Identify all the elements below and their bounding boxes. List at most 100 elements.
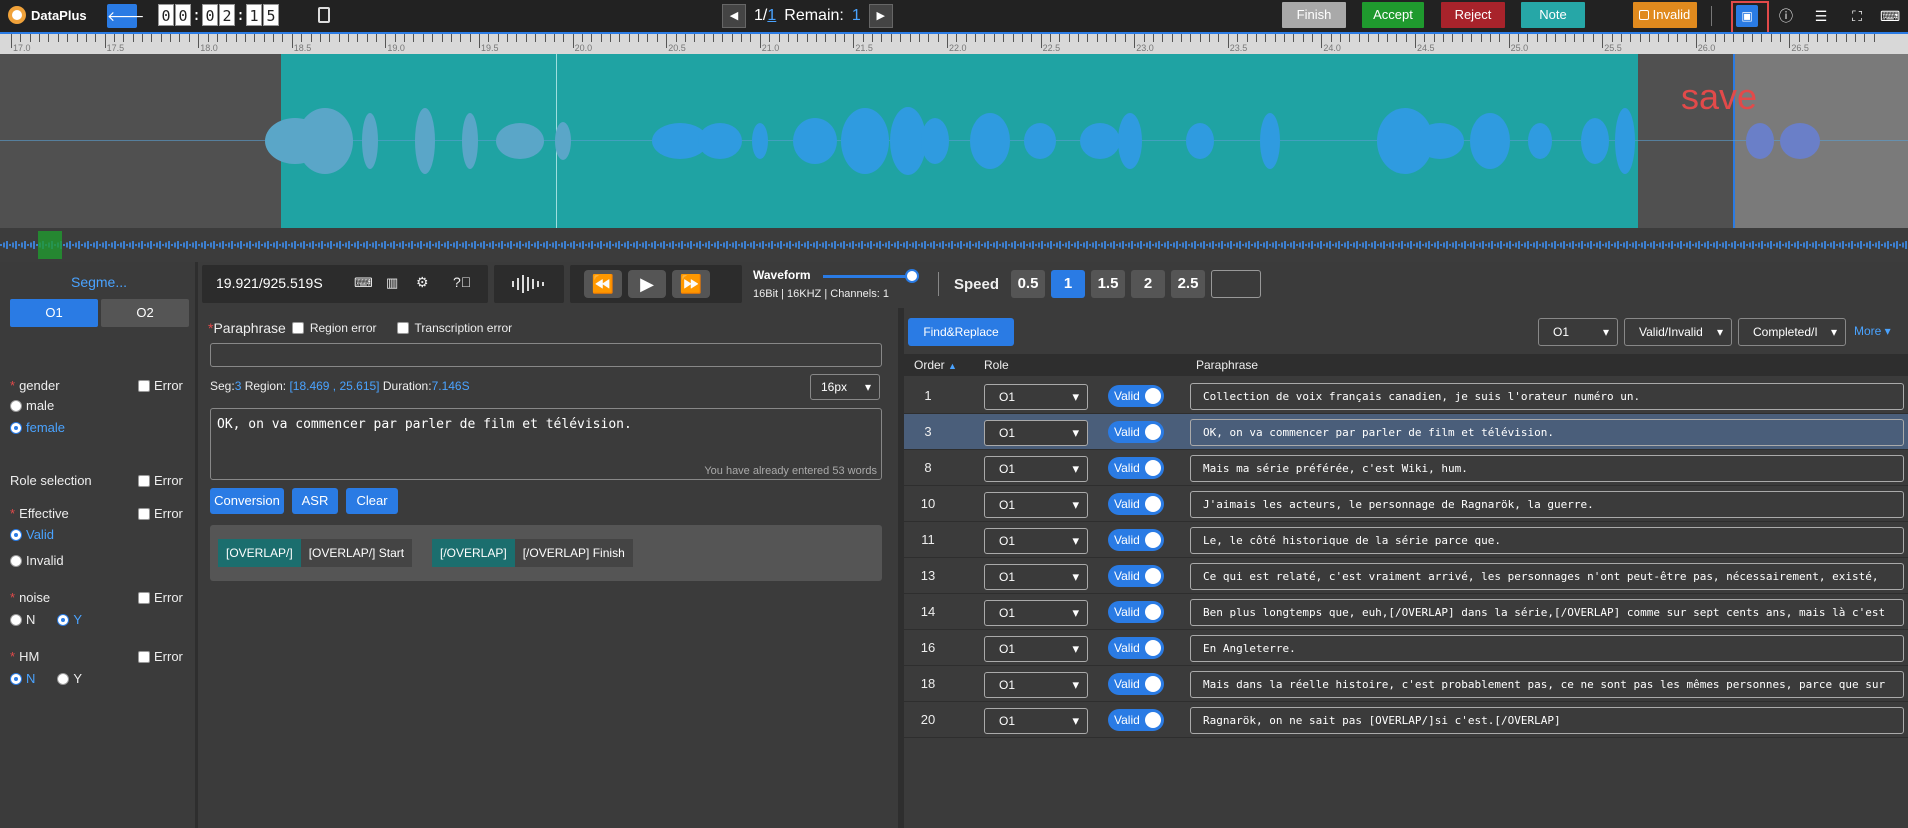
row-role-select[interactable]: O1 — [984, 564, 1088, 590]
effective-option-invalid[interactable]: Invalid — [10, 553, 64, 568]
row-paraphrase-input[interactable]: Mais ma série préférée, c'est Wiki, hum. — [1190, 455, 1904, 482]
effective-error[interactable]: Error — [138, 506, 183, 521]
row-valid-toggle[interactable]: Valid — [1108, 673, 1164, 695]
speed-2-5[interactable]: 2.5 — [1171, 270, 1206, 298]
prev-page-button[interactable]: ◀ — [722, 4, 746, 28]
segment-title[interactable]: Segme... — [0, 274, 198, 290]
gender-option-male[interactable]: male — [10, 398, 54, 413]
row-valid-toggle[interactable]: Valid — [1108, 421, 1164, 443]
radio-invalid[interactable] — [10, 554, 22, 567]
row-valid-toggle[interactable]: Valid — [1108, 637, 1164, 659]
clipboard-icon[interactable] — [318, 7, 330, 23]
speed-2[interactable]: 2 — [1131, 270, 1166, 298]
table-row[interactable]: 20 O1 Valid Ragnarök, on ne sait pas [OVERL… — [904, 702, 1908, 738]
row-paraphrase-input[interactable]: Collection de voix français canadien, je… — [1190, 383, 1904, 410]
next-page-button[interactable]: ▶ — [868, 4, 893, 28]
waveform-slider-track[interactable] — [823, 275, 913, 278]
invalid-checkbox[interactable] — [1639, 10, 1649, 20]
radio-noise-y[interactable] — [57, 613, 70, 626]
hm-error[interactable]: Error — [138, 649, 183, 664]
reject-button[interactable]: Reject — [1441, 2, 1505, 28]
tag-overlap-start[interactable]: [OVERLAP/] [OVERLAP/] Start — [218, 539, 413, 567]
table-row[interactable]: 13 O1 Valid Ce qui est relaté, c'est vraime… — [904, 558, 1908, 594]
row-paraphrase-input[interactable]: Ce qui est relaté, c'est vraiment arrivé… — [1190, 563, 1904, 590]
row-role-select[interactable]: O1 — [984, 528, 1088, 554]
row-role-select[interactable]: O1 — [984, 600, 1088, 626]
noise-error[interactable]: Error — [138, 590, 183, 605]
gender-error[interactable]: Error — [138, 378, 183, 393]
gender-error-checkbox[interactable] — [138, 379, 150, 392]
row-paraphrase-input[interactable]: Le, le côté historique de la série parce… — [1190, 527, 1904, 554]
waveform[interactable] — [0, 54, 1908, 228]
region-error-checkbox[interactable] — [291, 322, 304, 334]
gender-option-female[interactable]: female — [10, 420, 65, 435]
table-row[interactable]: 10 O1 Valid J'aimais les acteurs, le person… — [904, 486, 1908, 522]
row-valid-toggle[interactable]: Valid — [1108, 529, 1164, 551]
table-row[interactable]: 16 O1 Valid En Angleterre. — [904, 630, 1908, 666]
row-valid-toggle[interactable]: Valid — [1108, 565, 1164, 587]
row-paraphrase-input[interactable]: OK, on va commencer par parler de film e… — [1190, 419, 1904, 446]
table-row[interactable]: 14 O1 Valid Ben plus longtemps que, euh,[/O… — [904, 594, 1908, 630]
radio-noise-n[interactable] — [10, 613, 22, 626]
speed-1[interactable]: 1 — [1051, 270, 1086, 298]
tab-o1[interactable]: O1 — [10, 299, 98, 327]
fullscreen-icon[interactable]: ⛶ — [1847, 6, 1867, 26]
header-order[interactable]: Order ▲ — [914, 358, 957, 372]
transcription-textarea[interactable]: OK, on va commencer par parler de film e… — [210, 408, 882, 480]
row-valid-toggle[interactable]: Valid — [1108, 457, 1164, 479]
settings-icon[interactable]: ⚙ — [416, 274, 429, 291]
table-row[interactable]: 8 O1 Valid Mais ma série préférée, c'est Wi… — [904, 450, 1908, 486]
row-valid-toggle[interactable]: Valid — [1108, 709, 1164, 731]
radio-female[interactable] — [10, 421, 22, 434]
keyboard-icon[interactable]: ⌨ — [1880, 6, 1900, 26]
hm-error-checkbox[interactable] — [138, 650, 150, 663]
speed-1-5[interactable]: 1.5 — [1091, 270, 1126, 298]
row-valid-toggle[interactable]: Valid — [1108, 385, 1164, 407]
forward-button[interactable]: ⏩ — [672, 270, 710, 298]
role-filter-select[interactable]: O1 — [1538, 318, 1618, 346]
clear-button[interactable]: Clear — [346, 488, 398, 514]
row-role-select[interactable]: O1 — [984, 384, 1088, 410]
waveform-toggle-box[interactable] — [494, 265, 564, 303]
row-paraphrase-input[interactable]: Ben plus longtemps que, euh,[/OVERLAP] d… — [1190, 599, 1904, 626]
invalid-button[interactable]: Invalid — [1633, 2, 1697, 28]
table-row[interactable]: 18 O1 Valid Mais dans la réelle histoire, c… — [904, 666, 1908, 702]
row-paraphrase-input[interactable]: Ragnarök, on ne sait pas [OVERLAP/]si c'… — [1190, 707, 1904, 734]
row-role-select[interactable]: O1 — [984, 672, 1088, 698]
radio-male[interactable] — [10, 399, 22, 412]
row-role-select[interactable]: O1 — [984, 636, 1088, 662]
sort-icon[interactable]: ▲ — [948, 361, 957, 371]
row-paraphrase-input[interactable]: Mais dans la réelle histoire, c'est prob… — [1190, 671, 1904, 698]
waveform-slider-thumb[interactable] — [905, 269, 919, 283]
overview-waveform[interactable] — [0, 228, 1908, 262]
row-role-select[interactable]: O1 — [984, 492, 1088, 518]
valid-filter-select[interactable]: Valid/Invalid — [1624, 318, 1732, 346]
role-error-checkbox[interactable] — [138, 474, 150, 487]
find-replace-button[interactable]: Find&Replace — [908, 318, 1014, 346]
finish-button[interactable]: Finish — [1282, 2, 1346, 28]
help-icon[interactable]: ?⃝ — [453, 274, 471, 290]
back-button[interactable]: 🡐 — [107, 4, 145, 28]
row-valid-toggle[interactable]: Valid — [1108, 493, 1164, 515]
more-link[interactable]: More ▾ — [1854, 324, 1891, 338]
radio-valid[interactable] — [10, 528, 22, 541]
row-role-select[interactable]: O1 — [984, 420, 1088, 446]
effective-option-valid[interactable]: Valid — [10, 527, 54, 542]
table-row[interactable]: 11 O1 Valid Le, le côté historique de la sé… — [904, 522, 1908, 558]
row-role-select[interactable]: O1 — [984, 456, 1088, 482]
table-row[interactable]: 3 O1 Valid OK, on va commencer par parler d… — [904, 414, 1908, 450]
tag-overlap-finish[interactable]: [/OVERLAP] [/OVERLAP] Finish — [432, 539, 633, 567]
transcription-error-checkbox[interactable] — [396, 322, 409, 334]
list-settings-icon[interactable]: ☰ — [1811, 6, 1831, 26]
noise-error-checkbox[interactable] — [138, 591, 150, 604]
status-filter-select[interactable]: Completed/I — [1738, 318, 1846, 346]
play-button[interactable]: ▶ — [628, 270, 666, 298]
overview-viewport[interactable] — [38, 231, 62, 259]
radio-hm-n[interactable] — [10, 672, 22, 685]
speed-0-5[interactable]: 0.5 — [1011, 270, 1046, 298]
rewind-button[interactable]: ⏪ — [584, 270, 622, 298]
asr-button[interactable]: ASR — [292, 488, 338, 514]
paraphrase-note-input[interactable] — [210, 343, 882, 367]
chart-icon[interactable]: ▥ — [386, 275, 398, 291]
time-ruler[interactable]: 17.0 17.5 18.0 18.5 19.0 19.5 20.0 20.5 21.0 21.5… — [0, 32, 1908, 54]
